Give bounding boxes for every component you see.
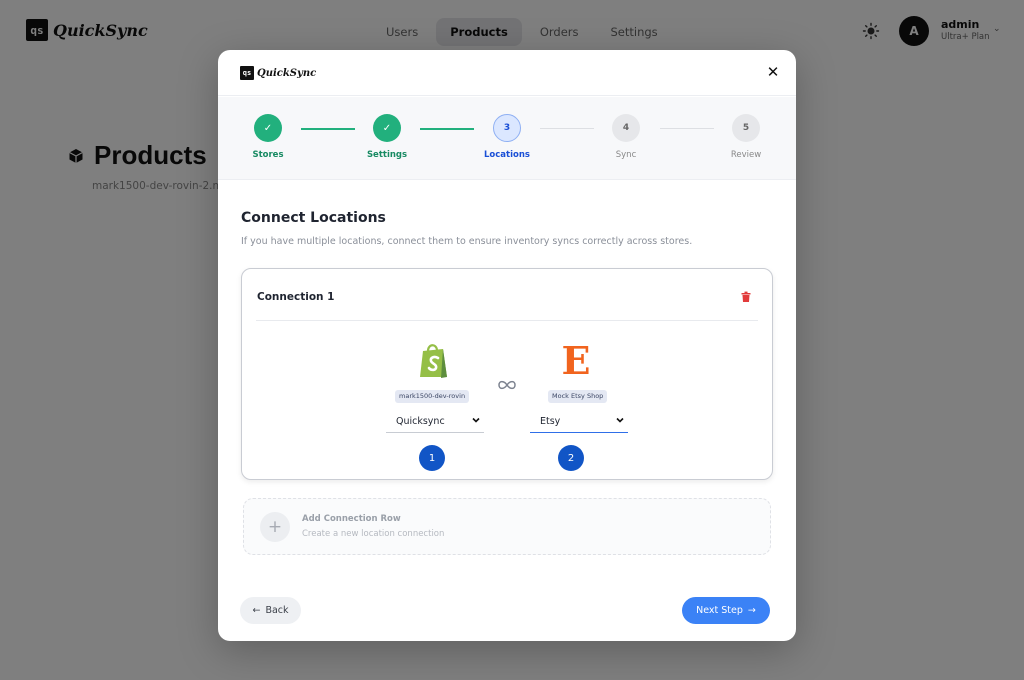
step-stores[interactable]: ✓ Stores <box>228 114 308 160</box>
step-label: Review <box>730 150 762 160</box>
stepper: ✓ Stores ✓ Settings 3 Locations 4 Sync 5… <box>218 97 796 180</box>
location-badge-1: 1 <box>419 445 445 471</box>
arrow-left-icon: ← <box>252 605 261 616</box>
select-value: Etsy <box>540 416 561 427</box>
trash-icon[interactable] <box>740 291 752 303</box>
connection-title: Connection 1 <box>257 291 335 303</box>
check-icon: ✓ <box>254 114 282 142</box>
section-description: If you have multiple locations, connect … <box>241 236 693 247</box>
arrow-right-icon: → <box>747 605 756 616</box>
step-sync[interactable]: 4 Sync <box>586 114 666 160</box>
select-value: Quicksync <box>396 416 445 427</box>
location-select-left[interactable]: Quicksync <box>386 411 484 433</box>
close-icon[interactable]: ✕ <box>764 63 782 81</box>
add-row-subtitle: Create a new location connection <box>302 529 445 539</box>
store-tag: mark1500-dev-rovin <box>395 390 470 403</box>
step-number: 4 <box>612 114 640 142</box>
logo-text: QuickSync <box>257 67 317 79</box>
check-icon: ✓ <box>373 114 401 142</box>
chevron-down-icon <box>472 417 480 423</box>
section-title: Connect Locations <box>241 210 386 226</box>
logo-mark: qs <box>240 66 254 80</box>
location-badge-2: 2 <box>558 445 584 471</box>
add-row-title: Add Connection Row <box>302 514 401 524</box>
step-connector <box>420 128 474 130</box>
modal-header: qs QuickSync ✕ <box>218 50 796 96</box>
divider <box>256 320 758 321</box>
add-connection-row-button[interactable]: + Add Connection Row Create a new locati… <box>243 498 771 555</box>
step-label: Sync <box>615 150 637 160</box>
plus-icon: + <box>260 512 290 542</box>
connection-card: Connection 1 mark1500-dev-rovin Quicksyn… <box>241 268 773 480</box>
etsy-logo-icon: E <box>561 338 591 383</box>
step-label: Settings <box>366 150 408 160</box>
back-label: Back <box>265 605 289 616</box>
next-label: Next Step <box>696 605 743 616</box>
connect-locations-modal: qs QuickSync ✕ ✓ Stores ✓ Settings 3 Loc… <box>218 50 796 641</box>
step-number: 5 <box>732 114 760 142</box>
step-locations[interactable]: 3 Locations <box>467 114 547 160</box>
step-review[interactable]: 5 Review <box>706 114 786 160</box>
back-button[interactable]: ← Back <box>240 597 301 624</box>
next-step-button[interactable]: Next Step → <box>682 597 770 624</box>
modal-logo: qs QuickSync <box>240 66 316 80</box>
location-select-right[interactable]: Etsy <box>530 411 628 433</box>
step-label: Locations <box>484 150 530 160</box>
chevron-down-icon <box>616 417 624 423</box>
step-number: 3 <box>493 114 521 142</box>
infinity-link-icon <box>498 380 516 390</box>
step-settings[interactable]: ✓ Settings <box>347 114 427 160</box>
shopify-logo-icon <box>420 344 447 378</box>
step-label: Stores <box>252 150 284 160</box>
store-tag: Mock Etsy Shop <box>548 390 608 403</box>
